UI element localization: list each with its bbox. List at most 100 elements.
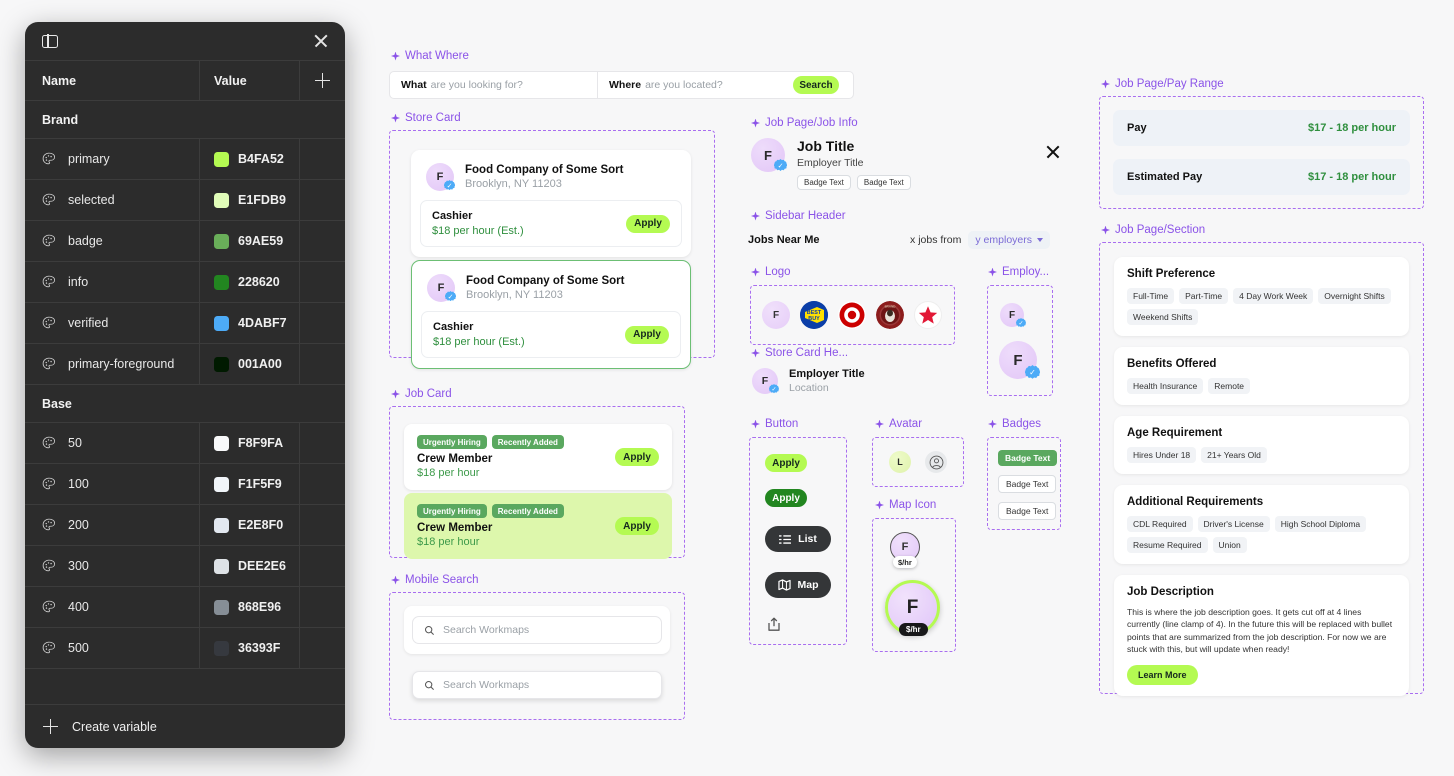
apply-button-primary[interactable]: Apply (765, 454, 807, 472)
requirement-tag[interactable]: Driver's License (1197, 516, 1270, 532)
macys-star-logo-icon (914, 301, 942, 329)
section-label-job-section: Job Page/Section (1101, 224, 1205, 236)
where-label: Where (609, 79, 642, 91)
what-field[interactable]: What are you looking for? (390, 72, 598, 98)
shift-preference-tag[interactable]: Overnight Shifts (1318, 288, 1391, 304)
section-title: Store Card He... (765, 347, 849, 359)
section-label-what-where: What Where (391, 50, 469, 62)
where-field[interactable]: Where are you located? (598, 72, 793, 98)
age-requirement-tag[interactable]: Hires Under 18 (1127, 447, 1197, 463)
sidebar-header-title: Jobs Near Me (748, 234, 820, 246)
component-diamond-icon (875, 419, 884, 429)
urgently-hiring-badge: Urgently Hiring (417, 504, 487, 518)
job-card-title: Crew Member (417, 453, 493, 465)
pay-value: $17 - 18 per hour (1307, 171, 1396, 183)
additional-requirements-card: Additional Requirements CDL Required Driv… (1114, 485, 1409, 564)
shift-preference-tag[interactable]: Part-Time (1179, 288, 1229, 304)
sidebar-header-filter: x jobs from y employers (910, 231, 1050, 249)
benefits-offered-title: Benefits Offered (1127, 358, 1217, 370)
section-label-store-card: Store Card (391, 112, 461, 124)
requirement-tag[interactable]: High School Diploma (1274, 516, 1367, 532)
shift-preference-tag[interactable]: Full-Time (1127, 288, 1175, 304)
map-pin-large[interactable]: F $/hr (885, 580, 940, 636)
map-pin-small[interactable]: F $/hr (890, 532, 920, 568)
job-description-card: Job Description This is where the job de… (1114, 575, 1409, 696)
benefits-offered-card: Benefits Offered Health Insurance Remote (1114, 347, 1409, 405)
avatar: F ✓ (751, 138, 787, 172)
pay-row: Pay $17 - 18 per hour (1113, 110, 1410, 146)
badges-frame: Badge Text Badge Text Badge Text (987, 437, 1061, 530)
component-diamond-icon (875, 500, 884, 510)
apply-button[interactable]: Apply (615, 517, 659, 535)
list-icon (779, 534, 792, 544)
store-card-job-row[interactable]: Cashier $18 per hour (Est.) Apply (420, 200, 682, 247)
job-card-selected[interactable]: Urgently Hiring Recently Added Crew Memb… (404, 493, 672, 559)
benefit-tag[interactable]: Remote (1208, 378, 1251, 394)
search-input-focused[interactable]: Search Workmaps (412, 671, 662, 699)
employer-avatar-small: F ✓ (1000, 303, 1026, 328)
job-card[interactable]: Urgently Hiring Recently Added Crew Memb… (404, 424, 672, 490)
badge-outline: Badge Text (998, 475, 1057, 493)
what-where-search-bar[interactable]: What are you looking for? Where are you … (389, 71, 854, 99)
age-requirement-tag[interactable]: 21+ Years Old (1201, 447, 1267, 463)
share-icon[interactable] (767, 617, 781, 637)
section-label-sidebar-header: Sidebar Header (751, 210, 846, 222)
component-diamond-icon (391, 389, 400, 399)
store-card[interactable]: F ✓ Food Company of Some Sort Brooklyn, … (411, 150, 691, 257)
employer-title: Employer Title (789, 368, 865, 380)
section-label-employer: Employ... (988, 266, 1049, 278)
apply-button-dark[interactable]: Apply (765, 489, 807, 507)
store-card-job-row[interactable]: Cashier $18 per hour (Est.) Apply (421, 311, 681, 358)
age-requirement-tags: Hires Under 18 21+ Years Old (1127, 447, 1396, 463)
list-view-button[interactable]: List (765, 526, 831, 552)
benefit-tag[interactable]: Health Insurance (1127, 378, 1204, 394)
shift-preference-tags: Full-Time Part-Time 4 Day Work Week Overnig… (1127, 288, 1396, 325)
component-diamond-icon (751, 118, 760, 128)
job-card-chips: Urgently Hiring Recently Added (417, 504, 564, 518)
job-card-pay: $18 per hour (417, 536, 480, 548)
requirement-tag[interactable]: CDL Required (1127, 516, 1193, 532)
apply-button[interactable]: Apply (626, 214, 670, 233)
search-placeholder: Search Workmaps (443, 624, 530, 636)
requirement-tag[interactable]: Resume Required (1127, 537, 1208, 553)
close-icon[interactable] (1045, 144, 1061, 160)
employers-select[interactable]: y employers (968, 231, 1050, 249)
company-name: Food Company of Some Sort (466, 275, 625, 287)
apply-button[interactable]: Apply (625, 325, 669, 344)
svg-text:BUY: BUY (808, 316, 820, 322)
learn-more-button[interactable]: Learn More (1127, 664, 1198, 685)
component-diamond-icon (988, 267, 997, 277)
shift-preference-tag[interactable]: Weekend Shifts (1127, 309, 1199, 325)
store-card-header: F ✓ Food Company of Some Sort Brooklyn, … (412, 261, 690, 311)
job-card-content: Urgently Hiring Recently Added Crew Memb… (417, 504, 564, 548)
job-description-title: Job Description (1127, 586, 1214, 598)
search-button[interactable]: Search (793, 76, 839, 94)
section-title: Employ... (1002, 266, 1050, 278)
what-label: What (401, 79, 427, 91)
section-title: Avatar (889, 418, 923, 430)
component-diamond-icon (988, 419, 997, 429)
section-label-logo: Logo (751, 266, 791, 278)
job-card-content: Urgently Hiring Recently Added Crew Memb… (417, 435, 564, 479)
age-requirement-card: Age Requirement Hires Under 18 21+ Years … (1114, 416, 1409, 474)
section-title: Mobile Search (405, 574, 479, 586)
section-label-mobile-search: Mobile Search (391, 574, 479, 586)
avatar-frame: L (872, 437, 964, 487)
target-logo-icon (838, 301, 866, 329)
employer-avatar-large: F ✓ (999, 341, 1040, 379)
section-label-button: Button (751, 418, 798, 430)
search-placeholder: Search Workmaps (443, 679, 530, 691)
badge-solid: Badge Text (998, 450, 1058, 466)
pay-row: Estimated Pay $17 - 18 per hour (1113, 159, 1410, 195)
component-diamond-icon (1101, 225, 1110, 235)
job-title: Job Title (797, 138, 855, 154)
search-input[interactable]: Search Workmaps (412, 616, 662, 644)
section-title: Button (765, 418, 799, 430)
apply-button[interactable]: Apply (615, 448, 659, 466)
requirement-tag[interactable]: Union (1212, 537, 1247, 553)
job-card-title: Crew Member (417, 522, 493, 534)
shift-preference-tag[interactable]: 4 Day Work Week (1233, 288, 1314, 304)
section-label-job-card: Job Card (391, 388, 452, 400)
store-card-selected[interactable]: F ✓ Food Company of Some Sort Brooklyn, … (411, 260, 691, 369)
map-view-button[interactable]: Map (765, 572, 831, 598)
